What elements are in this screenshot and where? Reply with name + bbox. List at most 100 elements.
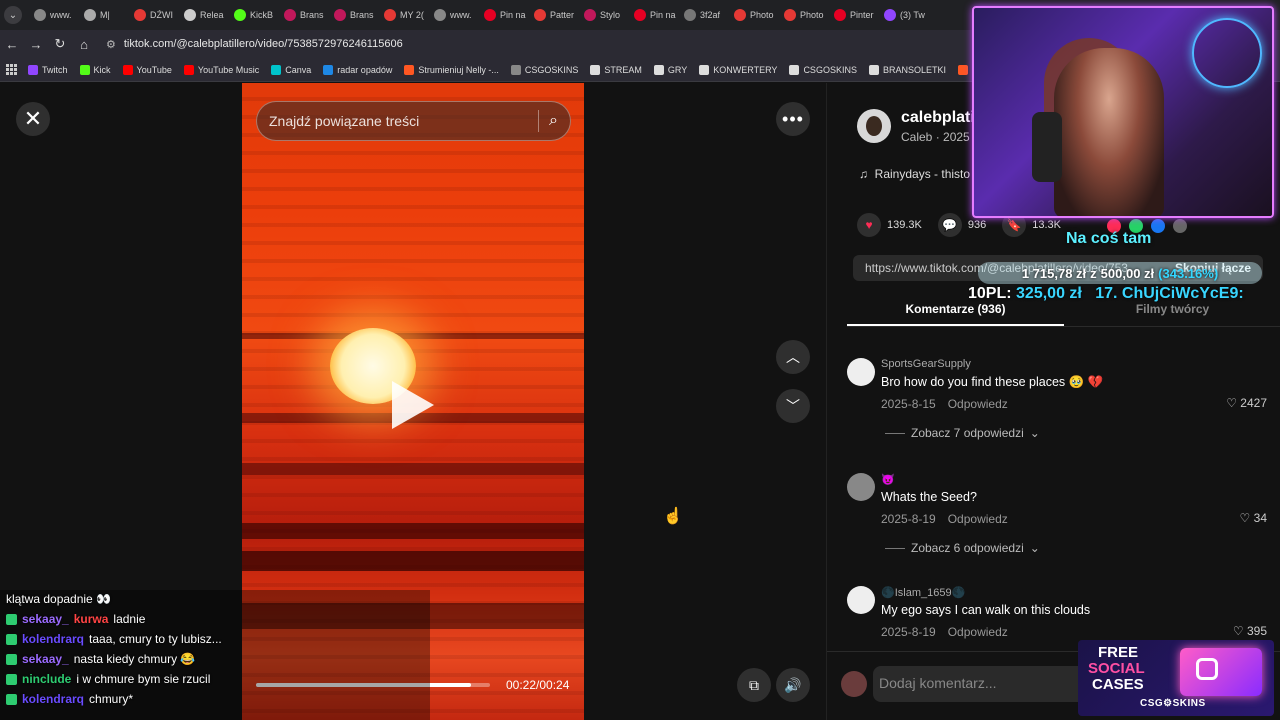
chevron-up-icon: ︿	[786, 349, 800, 365]
bookmark-label: YouTube Music	[197, 64, 260, 75]
browser-tab[interactable]: Pin na	[478, 3, 528, 27]
browser-tab[interactable]: DŹWI	[128, 3, 178, 27]
previous-video-button[interactable]: ︿	[776, 340, 810, 374]
heart-icon: ♥	[857, 213, 881, 237]
comment-like-button[interactable]: ♡ 34	[1240, 511, 1267, 525]
view-replies-button[interactable]: Zobacz 6 odpowiedzi ⌄	[885, 541, 1040, 555]
bookmark-item[interactable]: Kick	[79, 64, 111, 75]
comment-text: My ego says I can walk on this clouds	[881, 603, 1091, 617]
chevron-down-icon: ⌄	[1029, 541, 1040, 555]
like-button[interactable]: ♥ 139.3K	[857, 213, 922, 237]
bookmark-label: KONWERTERY	[713, 64, 778, 75]
browser-tab[interactable]: Patter	[528, 3, 578, 27]
tab-title: Pin na	[650, 10, 676, 20]
tab-search-icon[interactable]: ⌄	[4, 6, 22, 24]
mouse-cursor-icon: ☝	[663, 508, 683, 525]
comment-username[interactable]: 😈	[881, 473, 895, 486]
volume-button[interactable]: 🔊	[776, 668, 810, 702]
bookmark-item[interactable]: KONWERTERY	[699, 64, 778, 75]
bookmark-item[interactable]: BRANSOLETKI	[868, 64, 946, 75]
tab-favicon-icon	[634, 9, 646, 21]
browser-tab[interactable]: Brans	[278, 3, 328, 27]
browser-tab[interactable]: Brans	[328, 3, 378, 27]
browser-tab[interactable]: Pinter	[828, 3, 878, 27]
tab-favicon-icon	[134, 9, 146, 21]
browser-tab[interactable]: www.	[428, 3, 478, 27]
url-text: tiktok.com/@calebplatillero/video/753857…	[123, 38, 403, 50]
bookmark-item[interactable]: Twitch	[28, 64, 68, 75]
share-arrow-icon[interactable]	[1173, 219, 1187, 233]
play-icon[interactable]	[392, 381, 434, 429]
browser-tab[interactable]: www.	[28, 3, 78, 27]
microphone	[1032, 112, 1062, 182]
chat-message: ninclude i w chmure bym sie rzucil	[6, 672, 210, 686]
reload-icon[interactable]: ↻	[48, 36, 72, 52]
author-avatar[interactable]	[857, 109, 891, 143]
browser-tab[interactable]: M|	[78, 3, 128, 27]
comment-like-button[interactable]: ♡ 395	[1233, 624, 1267, 638]
bookmark-item[interactable]: radar opadów	[323, 64, 392, 75]
browser-tab[interactable]: Photo	[728, 3, 778, 27]
comment-username[interactable]: SportsGearSupply	[881, 358, 971, 370]
close-button[interactable]: ✕	[16, 102, 50, 136]
reply-button[interactable]: Odpowiedz	[948, 397, 1008, 411]
tab-favicon-icon	[484, 9, 496, 21]
chevron-down-icon: ⌄	[1029, 426, 1040, 440]
browser-tab[interactable]: Photo	[778, 3, 828, 27]
chat-username: sekaay_	[22, 652, 69, 666]
comment-date: 2025-8-19	[881, 512, 936, 526]
search-placeholder: Znajdź powiązane treści	[269, 113, 420, 129]
comment-icon: 💬	[937, 213, 962, 237]
browser-tab[interactable]: Stylo	[578, 3, 628, 27]
pip-button[interactable]: ⧉	[737, 668, 771, 702]
search-icon[interactable]: ⌕	[549, 112, 558, 130]
tab-favicon-icon	[784, 9, 796, 21]
browser-tab[interactable]: 3f2af	[678, 3, 728, 27]
tab-title: M|	[100, 10, 110, 20]
bookmark-item[interactable]: STREAM	[590, 64, 642, 75]
comment-like-button[interactable]: ♡ 2427	[1226, 396, 1267, 410]
commenter-avatar[interactable]	[847, 473, 875, 501]
chat-username: kolendrarq	[22, 632, 85, 646]
home-icon[interactable]: ⌂	[72, 37, 96, 52]
comment-date: 2025-8-15	[881, 397, 936, 411]
next-video-button[interactable]: ﹀	[776, 389, 810, 423]
bookmark-item[interactable]: CSGOSKINS	[510, 64, 578, 75]
bookmark-item[interactable]: YouTube Music	[183, 64, 260, 75]
commenter-avatar[interactable]	[847, 358, 875, 386]
apps-grid-icon[interactable]	[6, 63, 18, 76]
goal-title: Na coś tam	[1066, 230, 1152, 247]
view-replies-button[interactable]: Zobacz 7 odpowiedzi ⌄	[885, 426, 1040, 440]
chat-text: nasta kiedy chmury 😂	[73, 652, 196, 666]
reply-button[interactable]: Odpowiedz	[948, 512, 1008, 526]
music-info[interactable]: ♫ Rainydays - thisto	[859, 167, 970, 181]
url-field[interactable]: ⚙ tiktok.com/@calebplatillero/video/7538…	[106, 38, 403, 51]
tab-title: Brans	[350, 10, 374, 20]
browser-tab[interactable]: Relea	[178, 3, 228, 27]
browser-tab[interactable]: MY 2(	[378, 3, 428, 27]
author-name[interactable]: calebplati	[901, 109, 975, 127]
bookmark-item[interactable]: GRY	[653, 64, 687, 75]
back-icon[interactable]: ←	[0, 37, 24, 52]
site-info-icon[interactable]: ⚙	[106, 38, 116, 51]
tab-title: DŹWI	[150, 10, 173, 20]
reply-button[interactable]: Odpowiedz	[948, 625, 1008, 639]
more-options-button[interactable]: •••	[776, 102, 810, 136]
bookmark-item[interactable]: YouTube	[122, 64, 172, 75]
browser-tab[interactable]: KickB	[228, 3, 278, 27]
comment-username[interactable]: 🌑Islam_1659🌑	[881, 586, 965, 599]
chat-badge-icon	[6, 633, 17, 645]
bookmark-item[interactable]: Strumieniuj Nelly -...	[404, 64, 499, 75]
chat-badge-icon	[6, 653, 17, 665]
commenter-avatar[interactable]	[847, 586, 875, 614]
neon-light	[1192, 18, 1262, 88]
bookmark-item[interactable]: CSGOSKINS	[789, 64, 857, 75]
facebook-icon[interactable]	[1151, 219, 1165, 233]
browser-tab[interactable]: Pin na	[628, 3, 678, 27]
related-search-input[interactable]: Znajdź powiązane treści ⌕	[256, 101, 571, 141]
author-subtitle: Caleb · 2025	[901, 130, 970, 144]
bookmark-item[interactable]: Canva	[271, 64, 311, 75]
browser-tab[interactable]: (3) Tw	[878, 3, 928, 27]
forward-icon[interactable]: →	[24, 37, 48, 52]
tab-favicon-icon	[284, 9, 296, 21]
